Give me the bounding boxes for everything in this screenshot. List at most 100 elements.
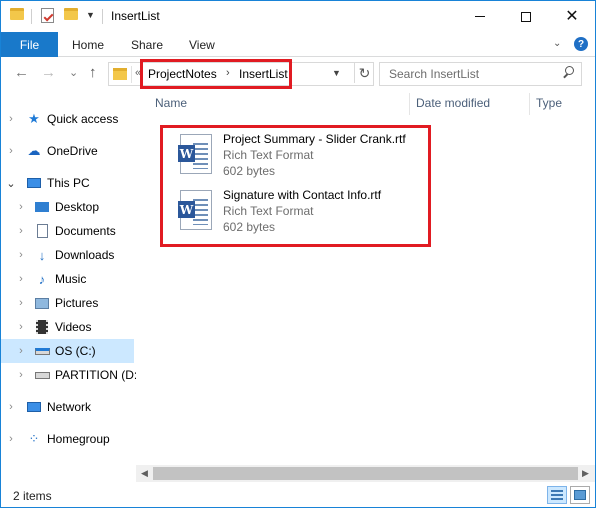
scroll-left-icon[interactable]: ◀	[141, 468, 148, 479]
column-header-type[interactable]: Type	[536, 96, 562, 110]
quick-access-dropdown-icon[interactable]: ▼	[86, 10, 95, 20]
sidebar-item-label: OS (C:)	[55, 344, 96, 358]
download-icon: ↓	[38, 247, 46, 263]
breadcrumb-insertlist[interactable]: InsertList	[239, 67, 288, 81]
chevron-right-icon[interactable]: ›	[16, 369, 26, 381]
tab-file[interactable]: File	[1, 32, 58, 57]
column-divider[interactable]	[409, 93, 410, 115]
homegroup-icon: ⁘	[28, 431, 40, 446]
help-icon[interactable]: ?	[574, 37, 588, 51]
scrollbar-thumb[interactable]	[153, 467, 578, 480]
column-divider[interactable]	[529, 93, 530, 115]
tab-share[interactable]: Share	[131, 38, 163, 52]
pictures-icon	[34, 295, 50, 311]
sidebar-item-onedrive[interactable]: › ☁ OneDrive	[1, 139, 134, 163]
item-count: 2 items	[13, 489, 52, 503]
drive-icon	[34, 343, 50, 359]
sidebar-item-pictures[interactable]: › Pictures	[1, 291, 134, 315]
chevron-right-icon[interactable]: ›	[16, 273, 26, 285]
file-size: 602 bytes	[223, 220, 276, 234]
chevron-right-icon[interactable]: ›	[6, 401, 16, 413]
sidebar-item-downloads[interactable]: › ↓ Downloads	[1, 243, 134, 267]
chevron-right-icon[interactable]: ›	[16, 321, 26, 333]
sidebar-item-homegroup[interactable]: › ⁘ Homegroup	[1, 427, 134, 451]
up-icon[interactable]: ↑	[89, 64, 97, 81]
chevron-down-icon[interactable]: ⌄	[6, 177, 16, 190]
star-icon: ★	[28, 111, 40, 126]
desktop-icon	[34, 199, 50, 215]
new-folder-icon[interactable]	[64, 8, 78, 20]
sidebar-item-label: Music	[55, 272, 87, 286]
window-title: InsertList	[111, 9, 160, 23]
address-overflow[interactable]: «	[135, 67, 141, 79]
file-explorer-window: ▼ InsertList ✕ File Home Share View ⌄ ? …	[0, 0, 596, 508]
minimize-button[interactable]	[457, 1, 503, 32]
file-item[interactable]: W Project Summary - Slider Crank.rtf Ric…	[178, 130, 408, 182]
properties-icon[interactable]	[41, 8, 54, 23]
horizontal-scrollbar[interactable]: ◀ ▶	[136, 465, 595, 482]
folder-icon	[113, 68, 127, 80]
toolbar-divider	[31, 9, 32, 24]
details-view-button[interactable]	[547, 486, 567, 504]
sidebar-item-os-c[interactable]: › OS (C:)	[1, 339, 134, 363]
recent-locations-icon[interactable]: ⌄	[69, 66, 78, 79]
sidebar-item-label: Homegroup	[47, 432, 110, 446]
sidebar-item-documents[interactable]: › Documents	[1, 219, 134, 243]
chevron-right-icon[interactable]: ›	[16, 297, 26, 309]
cloud-icon: ☁	[27, 143, 41, 158]
chevron-right-icon[interactable]: ›	[16, 225, 26, 237]
file-list: Name Date modified Type W Project Summar…	[136, 91, 595, 481]
close-button[interactable]: ✕	[549, 1, 595, 32]
sidebar-item-network[interactable]: › Network	[1, 395, 134, 419]
file-type: Rich Text Format	[223, 204, 314, 218]
column-header-date-modified[interactable]: Date modified	[416, 96, 490, 110]
chevron-right-icon[interactable]: ›	[16, 201, 26, 213]
maximize-button[interactable]	[503, 1, 549, 32]
sidebar-item-music[interactable]: › ♪ Music	[1, 267, 134, 291]
file-type: Rich Text Format	[223, 148, 314, 162]
sidebar-item-label: Pictures	[55, 296, 99, 310]
chevron-right-icon[interactable]: ›	[16, 249, 26, 261]
maximize-icon	[521, 11, 531, 22]
drive-icon	[34, 367, 50, 383]
chevron-right-icon[interactable]: ›	[6, 145, 16, 157]
file-item[interactable]: W Signature with Contact Info.rtf Rich T…	[178, 186, 408, 238]
refresh-icon[interactable]: ↻	[354, 63, 374, 83]
sidebar-item-label: Downloads	[55, 248, 115, 262]
file-size: 602 bytes	[223, 164, 276, 178]
sidebar-item-quick-access[interactable]: › ★ Quick access	[1, 107, 134, 131]
chevron-right-icon[interactable]: ›	[6, 433, 16, 445]
sidebar-item-videos[interactable]: › Videos	[1, 315, 134, 339]
sidebar-item-label: Quick access	[47, 112, 119, 126]
close-icon: ✕	[565, 7, 579, 25]
file-name: Signature with Contact Info.rtf	[223, 188, 382, 202]
column-header-name[interactable]: Name	[155, 96, 187, 110]
breadcrumb-separator[interactable]: ›	[226, 67, 230, 79]
minimize-icon	[475, 16, 485, 17]
chevron-right-icon[interactable]: ›	[6, 113, 16, 125]
chevron-right-icon[interactable]: ›	[16, 345, 26, 357]
expand-ribbon-icon[interactable]: ⌄	[553, 38, 561, 49]
sidebar-item-partition-d[interactable]: › PARTITION (D:)	[1, 363, 141, 387]
address-dropdown-icon[interactable]: ▼	[332, 68, 341, 78]
breadcrumb-projectnotes[interactable]: ProjectNotes	[148, 67, 217, 81]
large-icons-view-button[interactable]	[570, 486, 590, 504]
sidebar-item-label: Network	[47, 400, 92, 414]
forward-icon[interactable]: →	[41, 64, 56, 81]
details-view-icon	[551, 490, 563, 500]
music-icon: ♪	[38, 271, 46, 287]
sidebar-item-label: Documents	[55, 224, 116, 238]
tab-home[interactable]: Home	[72, 38, 104, 52]
tab-view[interactable]: View	[189, 38, 215, 52]
sidebar-item-desktop[interactable]: › Desktop	[1, 195, 134, 219]
sidebar-item-this-pc[interactable]: ⌄ This PC	[1, 171, 134, 195]
folder-icon	[10, 8, 24, 20]
address-divider	[131, 66, 132, 83]
search-input[interactable]: Search InsertList	[389, 67, 479, 81]
back-icon[interactable]: ←	[14, 64, 29, 81]
sidebar-item-label: Desktop	[55, 200, 100, 214]
file-name: Project Summary - Slider Crank.rtf	[223, 132, 406, 146]
search-box[interactable]: Search InsertList	[379, 62, 582, 86]
scroll-right-icon[interactable]: ▶	[582, 468, 589, 479]
sidebar-item-label: This PC	[47, 176, 90, 190]
